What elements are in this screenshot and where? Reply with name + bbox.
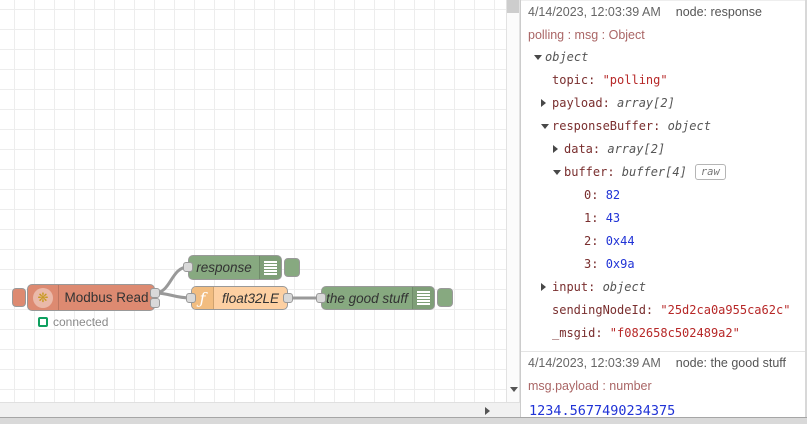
debug-tree-row[interactable]: buffer: buffer[4] raw: [528, 161, 799, 184]
chevron-down-icon[interactable]: [541, 124, 549, 129]
debug-tree-row: 2: 0x44: [528, 230, 799, 253]
tree-key: 0:: [584, 188, 606, 202]
node-red-window: ❋ Modbus Read connected response ƒ float…: [0, 0, 807, 424]
debug-tree-row: 1: 43: [528, 207, 799, 230]
scroll-down-arrow-icon[interactable]: [510, 387, 518, 392]
tree-key: sendingNodeId:: [552, 303, 661, 317]
horizontal-scrollbar[interactable]: [0, 402, 520, 417]
debug-tree-row[interactable]: input: object: [528, 276, 799, 299]
tree-key: payload:: [552, 96, 618, 110]
tree-value: "25d2ca0a955ca62c": [660, 303, 791, 317]
modbus-output-port-1[interactable]: [150, 288, 160, 298]
scroll-right-arrow-icon[interactable]: [485, 407, 490, 415]
tree-key: 3:: [584, 257, 606, 271]
tree-key: data:: [564, 142, 608, 156]
tree-key: buffer:: [564, 165, 622, 179]
debug-sidebar: 4/14/2023, 12:03:39 AM node: response pol…: [521, 0, 807, 417]
chevron-down-icon[interactable]: [534, 55, 542, 60]
debug-message: 4/14/2023, 12:03:39 AM node: response pol…: [521, 0, 805, 352]
message-path: polling : msg : Object: [528, 28, 645, 42]
node-modbus-read[interactable]: ❋ Modbus Read: [27, 284, 155, 311]
tree-key: input:: [552, 280, 603, 294]
timestamp: 4/14/2023, 12:03:39 AM: [528, 356, 661, 370]
modbus-output-port-2[interactable]: [150, 298, 160, 308]
tree-value: 0x9a: [605, 257, 635, 271]
goodstuff-input-port[interactable]: [316, 293, 326, 303]
tree-value: buffer[4]: [621, 165, 687, 179]
modbus-node-button[interactable]: [12, 288, 26, 307]
debug-tree-row[interactable]: object: [528, 46, 799, 69]
modbus-icon-region: ❋: [28, 285, 59, 310]
vertical-scrollbar-thumb[interactable]: [507, 0, 519, 13]
tree-value: array[2]: [607, 142, 666, 156]
tree-value: object: [545, 50, 589, 64]
timestamp: 4/14/2023, 12:03:39 AM: [528, 5, 661, 19]
debug-tree-row: topic: "polling": [528, 69, 799, 92]
float32le-input-port[interactable]: [186, 293, 196, 303]
tree-value: "polling": [602, 73, 668, 87]
wire-layer: [153, 265, 323, 300]
debug-tree-row[interactable]: responseBuffer: object: [528, 115, 799, 138]
tree-value: object: [602, 280, 646, 294]
source-node-link[interactable]: node: response: [676, 5, 762, 19]
debug-tree-row: 0: 82: [528, 184, 799, 207]
debug-message: 4/14/2023, 12:03:39 AM node: the good stu…: [521, 352, 805, 417]
debug-tree-row[interactable]: payload: array[2]: [528, 92, 799, 115]
chevron-right-icon[interactable]: [541, 283, 546, 291]
debug-tree-row: _msgid: "f082658c502489a2": [528, 322, 799, 345]
source-node-link[interactable]: node: the good stuff: [676, 356, 786, 370]
tree-value: 82: [605, 188, 621, 202]
node-the-good-stuff[interactable]: the good stuff: [321, 286, 435, 310]
node-status: connected: [38, 315, 108, 329]
debug-icon-region: [412, 287, 434, 309]
status-text: connected: [53, 315, 109, 329]
tree-value: 43: [605, 211, 621, 225]
chevron-right-icon[interactable]: [553, 145, 558, 153]
tree-key: _msgid:: [552, 326, 610, 340]
tree-value: object: [667, 119, 711, 133]
debug-tree-row[interactable]: data: array[2]: [528, 138, 799, 161]
node-response[interactable]: response: [188, 255, 282, 280]
node-float32le[interactable]: ƒ float32LE: [191, 286, 288, 310]
debug-tree-row: sendingNodeId: "25d2ca0a955ca62c": [528, 299, 799, 322]
goodstuff-debug-toggle-button[interactable]: [437, 288, 453, 307]
modbus-flower-icon: ❋: [33, 287, 53, 308]
debug-tree: object topic: "polling" payload: array[2] r…: [528, 46, 799, 345]
node-label: response: [196, 260, 252, 275]
chevron-right-icon[interactable]: [541, 99, 546, 107]
tree-value: "f082658c502489a2": [609, 326, 740, 340]
node-label: Modbus Read: [64, 290, 149, 305]
float32le-output-port[interactable]: [283, 293, 293, 303]
message-path: msg.payload : number: [528, 379, 652, 393]
debug-console-icon: [417, 291, 430, 305]
payload-number-value: 1234.5677490234375: [529, 403, 676, 417]
flow-canvas[interactable]: ❋ Modbus Read connected response ƒ float…: [0, 0, 506, 402]
debug-message-meta: 4/14/2023, 12:03:39 AM node: the good stu…: [528, 356, 799, 370]
chevron-down-icon[interactable]: [553, 170, 561, 175]
tree-key: 2:: [584, 234, 606, 248]
status-dot-icon: [38, 317, 48, 327]
vertical-scrollbar[interactable]: [506, 0, 520, 402]
tree-key: 1:: [584, 211, 606, 225]
tree-value: 0x44: [605, 234, 635, 248]
response-debug-toggle-button[interactable]: [284, 258, 300, 277]
tree-key: responseBuffer:: [552, 119, 668, 133]
debug-icon-region: [259, 256, 281, 279]
node-label: float32LE: [221, 290, 280, 306]
debug-message-meta: 4/14/2023, 12:03:39 AM node: response: [528, 5, 799, 19]
tree-value: array[2]: [617, 96, 675, 110]
node-label: the good stuff: [326, 290, 408, 306]
raw-button[interactable]: raw: [694, 164, 726, 180]
response-input-port[interactable]: [183, 262, 193, 272]
window-footer: [0, 417, 807, 424]
tree-key: topic:: [552, 73, 603, 87]
debug-tree-row: 3: 0x9a: [528, 253, 799, 276]
debug-console-icon: [264, 260, 277, 275]
